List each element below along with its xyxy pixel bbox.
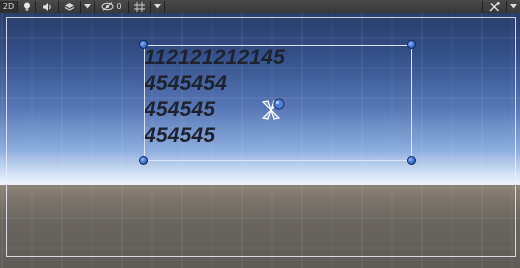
effects-dropdown[interactable]: [81, 0, 95, 13]
scene-viewport[interactable]: 112121212145 4545454 454545 454545: [0, 13, 520, 268]
anchor-pivot-icon[interactable]: [259, 97, 287, 123]
2d-mode-label: 2D: [2, 1, 15, 11]
resize-handle-top-right[interactable]: [407, 40, 416, 49]
eye-slash-icon: [101, 2, 114, 11]
resize-handle-bottom-left[interactable]: [139, 156, 148, 165]
resize-handle-top-left[interactable]: [139, 40, 148, 49]
speaker-icon: [43, 2, 51, 11]
layers-icon: [64, 2, 75, 11]
tools-toggle[interactable]: [482, 0, 506, 13]
2d-mode-toggle[interactable]: 2D: [0, 0, 18, 13]
resize-handle-bottom-right[interactable]: [407, 156, 416, 165]
grid-toggle[interactable]: [129, 0, 151, 13]
dropdown-arrow-icon: [84, 4, 91, 9]
scene-toolbar: 2D 0: [0, 0, 520, 14]
scene-visibility-toggle[interactable]: 0: [95, 0, 129, 13]
audio-toggle[interactable]: [36, 0, 59, 13]
lighting-toggle[interactable]: [18, 0, 36, 13]
gizmo-axis-icon: [134, 1, 145, 12]
dropdown-arrow-icon: [154, 4, 161, 9]
lightbulb-icon: [23, 2, 30, 11]
tools-icon: [489, 1, 500, 11]
tools-dropdown[interactable]: [506, 0, 520, 13]
hidden-count: 0: [116, 1, 122, 11]
effects-toggle[interactable]: [59, 0, 81, 13]
grid-dropdown[interactable]: [151, 0, 165, 13]
dropdown-arrow-icon: [510, 4, 517, 9]
